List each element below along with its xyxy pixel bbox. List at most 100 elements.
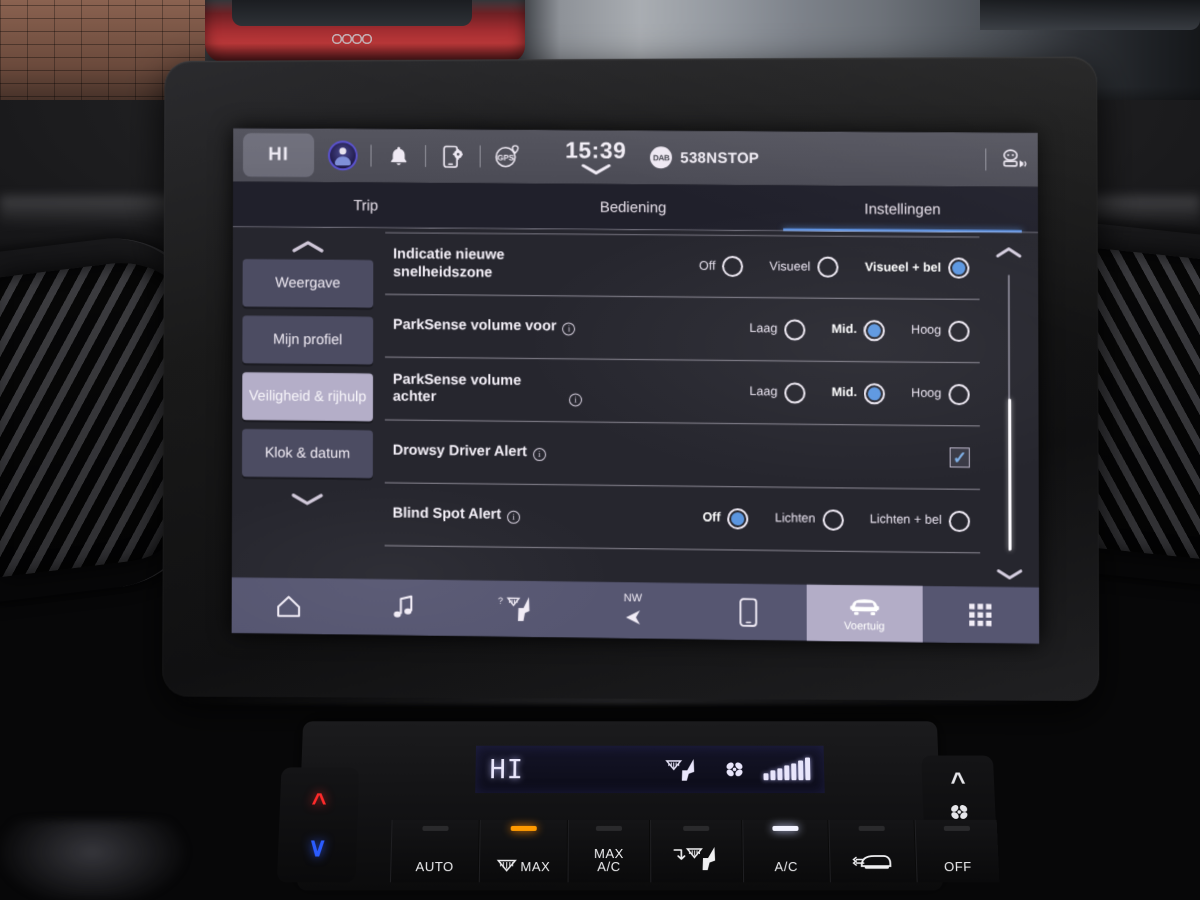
gps-icon[interactable]: GPS: [494, 142, 522, 172]
info-icon[interactable]: i: [569, 393, 583, 407]
tab-instellingen[interactable]: Instellingen: [767, 185, 1038, 233]
hvac-button-max-ac[interactable]: MAX A/C: [567, 819, 651, 883]
temperature-up-button[interactable]: ^: [311, 787, 327, 817]
radio-button[interactable]: [948, 320, 970, 342]
option-off[interactable]: Off: [699, 255, 744, 277]
nav-climate[interactable]: ?: [460, 580, 575, 638]
clock-area[interactable]: 15:39: [565, 137, 627, 175]
radio-button[interactable]: [784, 381, 806, 404]
scrollbar-thumb[interactable]: [1007, 398, 1012, 551]
status-divider-3: [479, 145, 481, 168]
setting-label: ParkSense volume voor: [392, 317, 557, 335]
radio-status[interactable]: DAB 538NSTOP: [650, 146, 759, 170]
setting-options: Off Visueel Visueel + bel: [699, 255, 976, 279]
setting-row-parksense-front-volume[interactable]: ParkSense volume voor i Laag Mid. Hoog: [384, 294, 980, 364]
setting-row-speed-zone-indication[interactable]: Indicatie nieuwe snelheidszone Off Visue…: [385, 232, 980, 300]
setting-label: Indicatie nieuwe snelheidszone: [393, 246, 505, 281]
option-lichten-plus-bel[interactable]: Lichten + bel: [870, 509, 971, 532]
option-hoog[interactable]: Hoog: [911, 320, 970, 342]
nav-apps[interactable]: [922, 586, 1039, 644]
avatar-body: [334, 156, 351, 166]
nav-navigation[interactable]: NW: [575, 582, 690, 640]
climate-seat-icon: ?: [496, 594, 540, 625]
option-lichten[interactable]: Lichten: [775, 508, 844, 531]
setting-row-drowsy-driver-alert[interactable]: Drowsy Driver Alert i ✓: [384, 420, 981, 490]
button-led: [943, 825, 970, 831]
hvac-control-panel: ^ ∨ HI ^ AUTO MAX MAX A/C A/C OFF: [276, 721, 1000, 891]
radio-button-selected[interactable]: [948, 257, 970, 279]
sidebar-item-veiligheid-rijhulp[interactable]: Veiligheid & rijhulp: [242, 372, 374, 422]
radio-button[interactable]: [817, 256, 839, 278]
option-laag[interactable]: Laag: [749, 318, 806, 341]
radio-button-selected[interactable]: [863, 382, 886, 405]
option-label: Laag: [749, 384, 778, 399]
sidebar-scroll-down-button[interactable]: [290, 486, 324, 512]
hvac-button-auto[interactable]: AUTO: [389, 819, 480, 883]
radio-button[interactable]: [948, 510, 971, 532]
radio-button-selected[interactable]: [727, 507, 749, 530]
scrollbar-track[interactable]: [1007, 275, 1012, 551]
hvac-button-airflow[interactable]: [650, 819, 744, 883]
tab-trip[interactable]: Trip: [233, 182, 499, 230]
phone-settings-icon[interactable]: [439, 141, 467, 171]
content-scrollbar[interactable]: [979, 233, 1039, 588]
setting-row-parksense-rear-volume[interactable]: ParkSense volume achter i Laag Mid. Hoog: [384, 357, 980, 427]
content-scroll-up-button[interactable]: [995, 239, 1023, 265]
option-mid[interactable]: Mid.: [832, 382, 886, 405]
fan-speed-bar: [763, 773, 769, 781]
content-scroll-down-button[interactable]: [995, 561, 1023, 588]
nav-phone[interactable]: [691, 583, 807, 641]
info-icon[interactable]: i: [507, 510, 521, 524]
setting-label: Blind Spot Alert: [392, 505, 502, 523]
main-tab-bar: Trip Bediening Instellingen: [232, 181, 1039, 234]
sidebar-scroll-up-button[interactable]: [291, 234, 325, 260]
bottom-nav-bar: ? NW Voertuig: [231, 577, 1040, 645]
status-bar: HI GPS 15:39 DAB 538NSTOP: [233, 128, 1038, 187]
option-hoog[interactable]: Hoog: [911, 383, 970, 405]
option-label: Visueel: [769, 258, 811, 274]
option-visueel[interactable]: Visueel: [770, 256, 839, 278]
sidebar-item-klok-datum[interactable]: Klok & datum: [242, 428, 373, 479]
hvac-button-label: OFF: [943, 859, 973, 875]
hvac-button-off[interactable]: OFF: [914, 819, 1000, 883]
sidebar-item-mijn-profiel[interactable]: Mijn profiel: [242, 315, 374, 365]
nav-vehicle[interactable]: Voertuig: [806, 584, 923, 643]
info-icon[interactable]: i: [562, 322, 576, 336]
setting-row-blind-spot-alert[interactable]: Blind Spot Alert i Off Lichten Lichten +…: [384, 483, 981, 554]
bell-icon[interactable]: [384, 141, 412, 171]
option-laag[interactable]: Laag: [749, 381, 806, 404]
sidebar-item-weergave[interactable]: Weergave: [242, 259, 374, 308]
infotainment-head-unit: HI GPS 15:39 DAB 538NSTOP Trip Bediening…: [162, 56, 1100, 702]
road-right: [980, 0, 1200, 30]
status-bar-right: [972, 144, 1028, 174]
radio-button[interactable]: [822, 508, 844, 531]
hvac-button-rear-defrost[interactable]: [828, 819, 917, 883]
hvac-button-ac[interactable]: A/C: [742, 819, 830, 883]
fan-up-button[interactable]: ^: [950, 766, 966, 796]
tab-bediening-label: Bediening: [599, 198, 667, 216]
option-label: Hoog: [911, 322, 942, 337]
radio-button[interactable]: [784, 318, 806, 341]
info-icon[interactable]: i: [532, 447, 546, 461]
setting-label-wrap: Drowsy Driver Alert i: [393, 443, 582, 462]
hvac-button-max-defrost[interactable]: MAX: [478, 819, 568, 883]
option-visueel-plus-bel[interactable]: Visueel + bel: [865, 257, 970, 279]
tab-instellingen-label: Instellingen: [864, 200, 941, 218]
option-mid[interactable]: Mid.: [832, 319, 885, 341]
clock-time: 15:39: [565, 137, 627, 164]
checkbox-drowsy-driver-alert[interactable]: ✓: [949, 447, 970, 468]
radio-button[interactable]: [948, 383, 970, 405]
hi-temperature-badge[interactable]: HI: [242, 133, 315, 178]
nav-home[interactable]: [232, 577, 346, 634]
voice-assistant-icon[interactable]: [999, 145, 1027, 175]
svg-text:?: ?: [498, 596, 503, 606]
check-mark-icon: ✓: [952, 447, 967, 468]
nav-media[interactable]: [346, 579, 461, 637]
option-off[interactable]: Off: [703, 507, 749, 530]
setting-options: Off Lichten Lichten + bel: [703, 507, 977, 532]
tab-bediening[interactable]: Bediening: [499, 183, 767, 231]
radio-button[interactable]: [722, 255, 744, 277]
user-avatar-icon[interactable]: [327, 140, 358, 171]
temperature-down-button[interactable]: ∨: [307, 832, 327, 862]
radio-button-selected[interactable]: [863, 319, 885, 341]
